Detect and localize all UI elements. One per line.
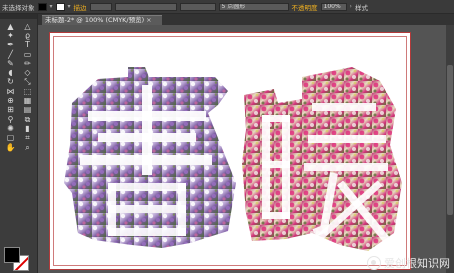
- zoom-tool-icon[interactable]: ⌕: [19, 143, 36, 152]
- magic-wand-tool-icon[interactable]: ✦: [2, 31, 19, 40]
- tool-grid: ▲ △ ✦ ϱ ✒ T ╱ ▭ ✎ ✏ ◖ ◇ ↻ ⤡ ⋈ ⬚ ⊕ ▦ ⊞ ▤ ⚲ ⧉ ✺ ▮ ▢ ⌗ ✋ ⌕: [2, 22, 36, 152]
- slice-tool-icon[interactable]: ⌗: [19, 134, 36, 143]
- symbol-sprayer-tool-icon[interactable]: ✺: [2, 124, 19, 133]
- pencil-tool-icon[interactable]: ✏: [19, 59, 36, 68]
- stroke-label[interactable]: 描边: [74, 2, 87, 12]
- hand-tool-icon[interactable]: ✋: [2, 143, 19, 152]
- blob-brush-tool-icon[interactable]: ◖: [2, 68, 19, 77]
- fill-color-well[interactable]: [4, 247, 20, 263]
- opacity-field[interactable]: 100%: [320, 2, 347, 11]
- close-icon[interactable]: ×: [146, 16, 151, 24]
- rotate-tool-icon[interactable]: ↻: [2, 78, 19, 87]
- pen-tool-icon[interactable]: ✒: [2, 41, 19, 50]
- rectangle-tool-icon[interactable]: ▭: [19, 50, 36, 59]
- document-tab[interactable]: 未标题-2* @ 100% (CMYK/预览) ×: [42, 15, 162, 25]
- vertical-scrollbar[interactable]: [446, 25, 454, 273]
- blend-tool-icon[interactable]: ⧉: [19, 115, 36, 124]
- artboard-tool-icon[interactable]: ▢: [2, 134, 19, 143]
- scrollbar-thumb[interactable]: [447, 65, 453, 215]
- chevron-down-icon[interactable]: ▾: [68, 3, 71, 10]
- tools-panel-header[interactable]: [0, 14, 37, 19]
- scale-tool-icon[interactable]: ⤡: [19, 78, 36, 87]
- eraser-tool-icon[interactable]: ◇: [19, 68, 36, 77]
- direct-selection-tool-icon[interactable]: △: [19, 22, 36, 31]
- column-graph-tool-icon[interactable]: ▮: [19, 124, 36, 133]
- fill-swatch[interactable]: [37, 2, 47, 11]
- shape-builder-tool-icon[interactable]: ⊕: [2, 96, 19, 105]
- document-tab-title: 未标题-2* @ 100% (CMYK/预览): [45, 16, 145, 24]
- stroke-weight-field[interactable]: [89, 2, 112, 11]
- paintbrush-tool-icon[interactable]: ✎: [2, 59, 19, 68]
- eyedropper-tool-icon[interactable]: ⚲: [2, 115, 19, 124]
- watermark: 爱创根知识网: [367, 255, 450, 271]
- selection-tool-icon[interactable]: ▲: [2, 22, 19, 31]
- flower-text-artwork[interactable]: [50, 33, 410, 269]
- line-segment-tool-icon[interactable]: ╱: [2, 50, 19, 59]
- opacity-label[interactable]: 不透明度: [292, 2, 318, 12]
- watermark-text: 爱创根知识网: [384, 257, 450, 270]
- selection-status: 未选择对象: [2, 3, 35, 12]
- control-bar: 未选择对象 ▾ ▾ 描边 5 点圆形 不透明度 100% › 样式: [0, 0, 454, 14]
- gradient-tool-icon[interactable]: ▤: [19, 106, 36, 115]
- perspective-grid-tool-icon[interactable]: ▦: [19, 96, 36, 105]
- watermark-logo-icon: [367, 256, 381, 270]
- tools-panel: ▲ △ ✦ ϱ ✒ T ╱ ▭ ✎ ✏ ◖ ◇ ↻ ⤡ ⋈ ⬚ ⊕ ▦ ⊞ ▤ ⚲ ⧉ ✺ ▮ ▢ ⌗ ✋ ⌕: [0, 14, 38, 273]
- character-nuan[interactable]: [242, 67, 402, 251]
- brush-field[interactable]: 5 点圆形: [218, 2, 289, 11]
- canvas-area[interactable]: 爱创根知识网: [38, 25, 454, 273]
- width-tool-icon[interactable]: ⋈: [2, 87, 19, 96]
- document-tab-bar: 未标题-2* @ 100% (CMYK/预览) ×: [38, 14, 454, 25]
- variable-width-profile-field[interactable]: [114, 2, 177, 11]
- brush-definition-field[interactable]: [179, 2, 216, 11]
- type-tool-icon[interactable]: T: [19, 41, 36, 50]
- mesh-tool-icon[interactable]: ⊞: [2, 106, 19, 115]
- chevron-down-icon[interactable]: ▾: [50, 3, 53, 10]
- chevron-right-icon[interactable]: ›: [350, 3, 352, 10]
- stroke-swatch[interactable]: [55, 2, 65, 11]
- lasso-tool-icon[interactable]: ϱ: [19, 31, 36, 40]
- free-transform-tool-icon[interactable]: ⬚: [19, 87, 36, 96]
- character-chun[interactable]: [64, 67, 236, 248]
- style-label: 样式: [354, 3, 368, 12]
- color-wells: [2, 245, 36, 273]
- artboard[interactable]: [49, 32, 411, 270]
